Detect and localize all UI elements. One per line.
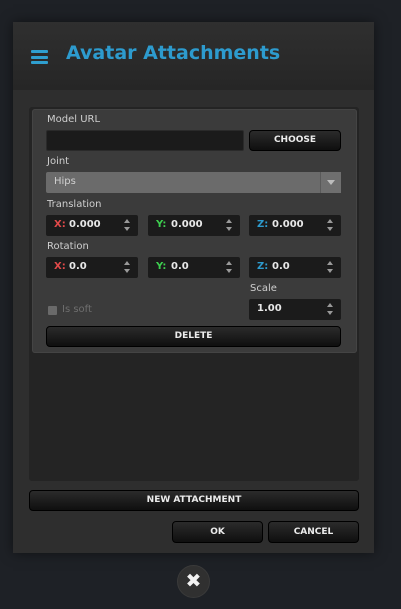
scale-value[interactable]: 1.00 bbox=[257, 303, 282, 314]
ok-button[interactable]: OK bbox=[172, 521, 263, 543]
dialog-title: Avatar Attachments bbox=[66, 42, 281, 64]
rotation-x-axis-label: X: bbox=[54, 261, 66, 272]
translation-y-value[interactable]: 0.000 bbox=[171, 219, 203, 230]
rotation-y-spinbox[interactable]: Y: 0.0 bbox=[148, 257, 240, 278]
translation-y-axis-label: Y: bbox=[156, 219, 167, 230]
translation-z-spinbox[interactable]: Z: 0.000 bbox=[249, 215, 341, 236]
scale-label: Scale bbox=[250, 283, 277, 294]
rotation-z-spinbox[interactable]: Z: 0.0 bbox=[249, 257, 341, 278]
joint-select-value: Hips bbox=[54, 176, 76, 187]
spinner-arrows-icon[interactable] bbox=[226, 219, 233, 232]
cancel-button[interactable]: CANCEL bbox=[268, 521, 359, 543]
rotation-z-axis-label: Z: bbox=[257, 261, 269, 272]
delete-button[interactable]: DELETE bbox=[46, 326, 341, 347]
scale-spinbox[interactable]: 1.00 bbox=[249, 299, 341, 320]
joint-label: Joint bbox=[47, 156, 70, 167]
spinner-arrows-icon[interactable] bbox=[124, 261, 131, 274]
translation-z-value[interactable]: 0.000 bbox=[272, 219, 304, 230]
spinner-arrows-icon[interactable] bbox=[327, 219, 334, 232]
new-attachment-button[interactable]: NEW ATTACHMENT bbox=[29, 490, 359, 511]
is-soft-label: Is soft bbox=[62, 304, 92, 315]
rotation-x-spinbox[interactable]: X: 0.0 bbox=[46, 257, 138, 278]
rotation-z-value[interactable]: 0.0 bbox=[272, 261, 290, 272]
translation-x-value[interactable]: 0.000 bbox=[69, 219, 101, 230]
rotation-x-value[interactable]: 0.0 bbox=[69, 261, 87, 272]
spinner-arrows-icon[interactable] bbox=[327, 261, 334, 274]
model-url-input[interactable] bbox=[46, 130, 244, 151]
spinner-arrows-icon[interactable] bbox=[226, 261, 233, 274]
translation-x-axis-label: X: bbox=[54, 219, 66, 230]
avatar-attachments-dialog: Avatar Attachments Model URL CHOOSE Join… bbox=[13, 22, 374, 553]
is-soft-checkbox[interactable] bbox=[48, 306, 57, 315]
rotation-label: Rotation bbox=[47, 241, 89, 252]
hamburger-menu-icon[interactable] bbox=[31, 50, 48, 64]
spinner-arrows-icon[interactable] bbox=[124, 219, 131, 232]
translation-y-spinbox[interactable]: Y: 0.000 bbox=[148, 215, 240, 236]
dialog-header: Avatar Attachments bbox=[13, 22, 374, 90]
close-icon: ✖ bbox=[185, 570, 202, 592]
spinner-arrows-icon[interactable] bbox=[327, 303, 334, 316]
rotation-y-axis-label: Y: bbox=[156, 261, 167, 272]
translation-label: Translation bbox=[47, 199, 102, 210]
rotation-y-value[interactable]: 0.0 bbox=[171, 261, 189, 272]
attachment-panel: Model URL CHOOSE Joint Hips Translation … bbox=[32, 109, 357, 353]
model-url-label: Model URL bbox=[47, 114, 101, 125]
chevron-down-icon bbox=[327, 180, 335, 185]
translation-x-spinbox[interactable]: X: 0.000 bbox=[46, 215, 138, 236]
translation-z-axis-label: Z: bbox=[257, 219, 269, 230]
joint-dropdown-button[interactable] bbox=[320, 172, 341, 193]
joint-select[interactable]: Hips bbox=[46, 172, 341, 193]
close-button[interactable]: ✖ bbox=[177, 565, 210, 598]
choose-button[interactable]: CHOOSE bbox=[249, 130, 341, 151]
